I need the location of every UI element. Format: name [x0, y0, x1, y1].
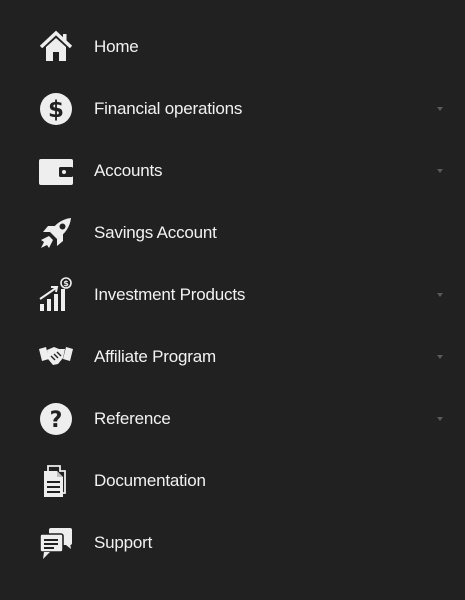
sidebar-item-support[interactable]: Support: [0, 512, 465, 574]
chevron-down-icon[interactable]: [437, 417, 443, 421]
svg-text:$: $: [63, 279, 69, 288]
sidebar-item-label: Savings Account: [94, 223, 217, 242]
handshake-icon: [38, 339, 74, 375]
chat-bubbles-icon: [38, 525, 74, 561]
sidebar-item-documentation[interactable]: Documentation: [0, 450, 465, 512]
sidebar-item-label: Documentation: [94, 471, 206, 490]
sidebar-item-financial-operations[interactable]: $ Financial operations: [0, 78, 465, 140]
rocket-icon: [38, 215, 74, 251]
sidebar-item-label: Support: [94, 533, 153, 552]
sidebar-item-accounts[interactable]: Accounts: [0, 140, 465, 202]
question-circle-icon: ?: [38, 401, 74, 437]
sidebar-item-label: Home: [94, 37, 139, 56]
sidebar-item-investment-products[interactable]: $ Investment Products: [0, 264, 465, 326]
chevron-down-icon[interactable]: [437, 293, 443, 297]
sidebar-item-affiliate-program[interactable]: Affiliate Program: [0, 326, 465, 388]
sidebar: Home $ Financial operations Accounts Sav…: [0, 0, 465, 600]
sidebar-item-home[interactable]: Home: [0, 16, 465, 78]
sidebar-item-label: Accounts: [94, 161, 163, 180]
sidebar-item-label: Reference: [94, 409, 171, 428]
home-icon: [38, 29, 74, 65]
chevron-down-icon[interactable]: [437, 169, 443, 173]
sidebar-item-reference[interactable]: ? Reference: [0, 388, 465, 450]
wallet-icon: [38, 153, 74, 189]
sidebar-item-savings-account[interactable]: Savings Account: [0, 202, 465, 264]
document-icon: [38, 463, 74, 499]
sidebar-item-label: Affiliate Program: [94, 347, 216, 366]
sidebar-item-label: Financial operations: [94, 99, 243, 118]
chevron-down-icon[interactable]: [437, 355, 443, 359]
svg-text:?: ?: [50, 408, 63, 433]
sidebar-nav: Home $ Financial operations Accounts Sav…: [0, 0, 465, 574]
dollar-circle-icon: $: [38, 91, 74, 127]
growth-chart-icon: $: [38, 277, 74, 313]
sidebar-item-label: Investment Products: [94, 285, 246, 304]
svg-text:$: $: [48, 97, 64, 123]
chevron-down-icon[interactable]: [437, 107, 443, 111]
